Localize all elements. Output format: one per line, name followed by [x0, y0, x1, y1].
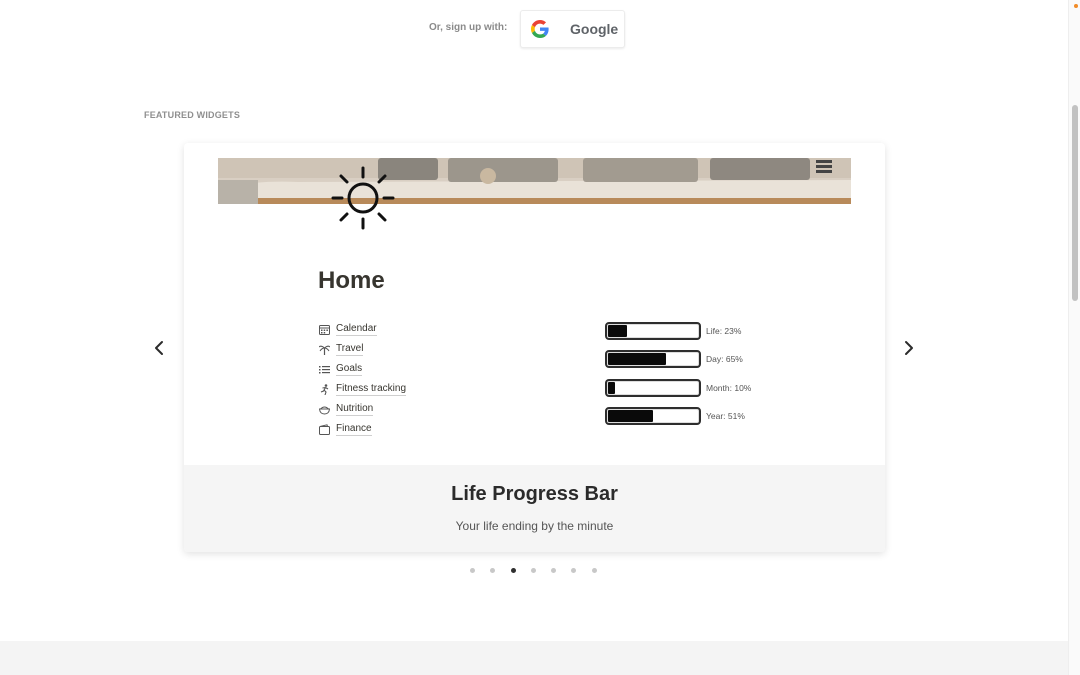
featured-widgets-heading: FEATURED WIDGETS: [144, 110, 241, 120]
chevron-left-icon: [155, 341, 163, 355]
card-footer: Life Progress Bar Your life ending by th…: [184, 465, 885, 552]
footer-band: [0, 641, 1068, 675]
progress-fill: [608, 353, 666, 366]
progress-bar: [605, 378, 701, 397]
chevron-right-icon: [905, 341, 913, 355]
page-title: Home: [318, 267, 385, 294]
palm-tree-icon: [318, 343, 330, 355]
progress-label: Life: 23%: [706, 326, 742, 337]
progress-label: Day: 65%: [706, 354, 743, 365]
carousel-dot[interactable]: [530, 568, 536, 573]
scrollbar[interactable]: [1068, 0, 1080, 675]
google-signup-button[interactable]: Google: [520, 10, 625, 48]
google-logo-icon: [531, 20, 549, 38]
carousel-dot[interactable]: [470, 568, 475, 573]
cover-image: [218, 158, 851, 204]
nav-item-calendar[interactable]: Calendar: [318, 319, 406, 339]
notification-dot: [1074, 4, 1078, 8]
progress-row-life: Life: 23%: [605, 317, 751, 345]
carousel-dots: [470, 568, 612, 573]
progress-row-day: Day: 65%: [605, 345, 751, 373]
nav-item-label: Travel: [336, 342, 364, 356]
progress-fill: [608, 381, 616, 394]
nav-item-nutrition[interactable]: Nutrition: [318, 399, 406, 419]
sun-icon: [331, 166, 395, 230]
progress-bar: [605, 322, 701, 341]
carousel-dot[interactable]: [551, 568, 557, 573]
nav-item-label: Fitness tracking: [336, 382, 407, 396]
carousel-dot[interactable]: [490, 568, 496, 573]
google-button-label: Google: [570, 21, 619, 37]
progress-fill: [608, 410, 653, 423]
nav-item-label: Finance: [336, 422, 372, 436]
nav-list: Calendar Travel Goals Fitness tracking N…: [318, 319, 407, 439]
widget-subtitle: Your life ending by the minute: [455, 519, 614, 533]
nav-item-label: Nutrition: [336, 402, 374, 416]
calendar-icon: [318, 323, 330, 335]
wallet-icon: [318, 423, 330, 435]
nav-item-fitness-tracking[interactable]: Fitness tracking: [318, 379, 407, 399]
nav-item-finance[interactable]: Finance: [318, 419, 406, 439]
nav-item-label: Goals: [336, 362, 363, 376]
carousel-next-button[interactable]: [899, 338, 919, 358]
nav-item-travel[interactable]: Travel: [318, 339, 406, 359]
nav-item-goals[interactable]: Goals: [318, 359, 406, 379]
progress-row-month: Month: 10%: [605, 374, 751, 402]
progress-row-year: Year: 51%: [605, 402, 751, 430]
progress-list: Life: 23% Day: 65% Month: 10% Year: 51%: [605, 317, 751, 430]
progress-bar: [605, 350, 701, 369]
progress-label: Year: 51%: [706, 411, 745, 422]
progress-bar: [605, 407, 701, 426]
carousel-prev-button[interactable]: [149, 338, 169, 358]
nav-item-label: Calendar: [336, 322, 377, 336]
carousel-dot[interactable]: [591, 568, 597, 573]
widget-card[interactable]: Home Calendar Travel Goals Fitness track…: [184, 143, 885, 552]
signup-row: Or, sign up with: Google: [0, 8, 1068, 48]
progress-fill: [608, 325, 628, 338]
carousel-dot[interactable]: [571, 568, 577, 573]
food-bowl-icon: [318, 403, 330, 415]
carousel-dot[interactable]: [510, 568, 516, 573]
widget-title: Life Progress Bar: [451, 483, 618, 505]
runner-icon: [318, 383, 330, 395]
list-icon: [318, 363, 330, 375]
scrollbar-thumb[interactable]: [1072, 105, 1078, 301]
progress-label: Month: 10%: [706, 382, 752, 393]
signup-label: Or, sign up with:: [429, 22, 508, 33]
